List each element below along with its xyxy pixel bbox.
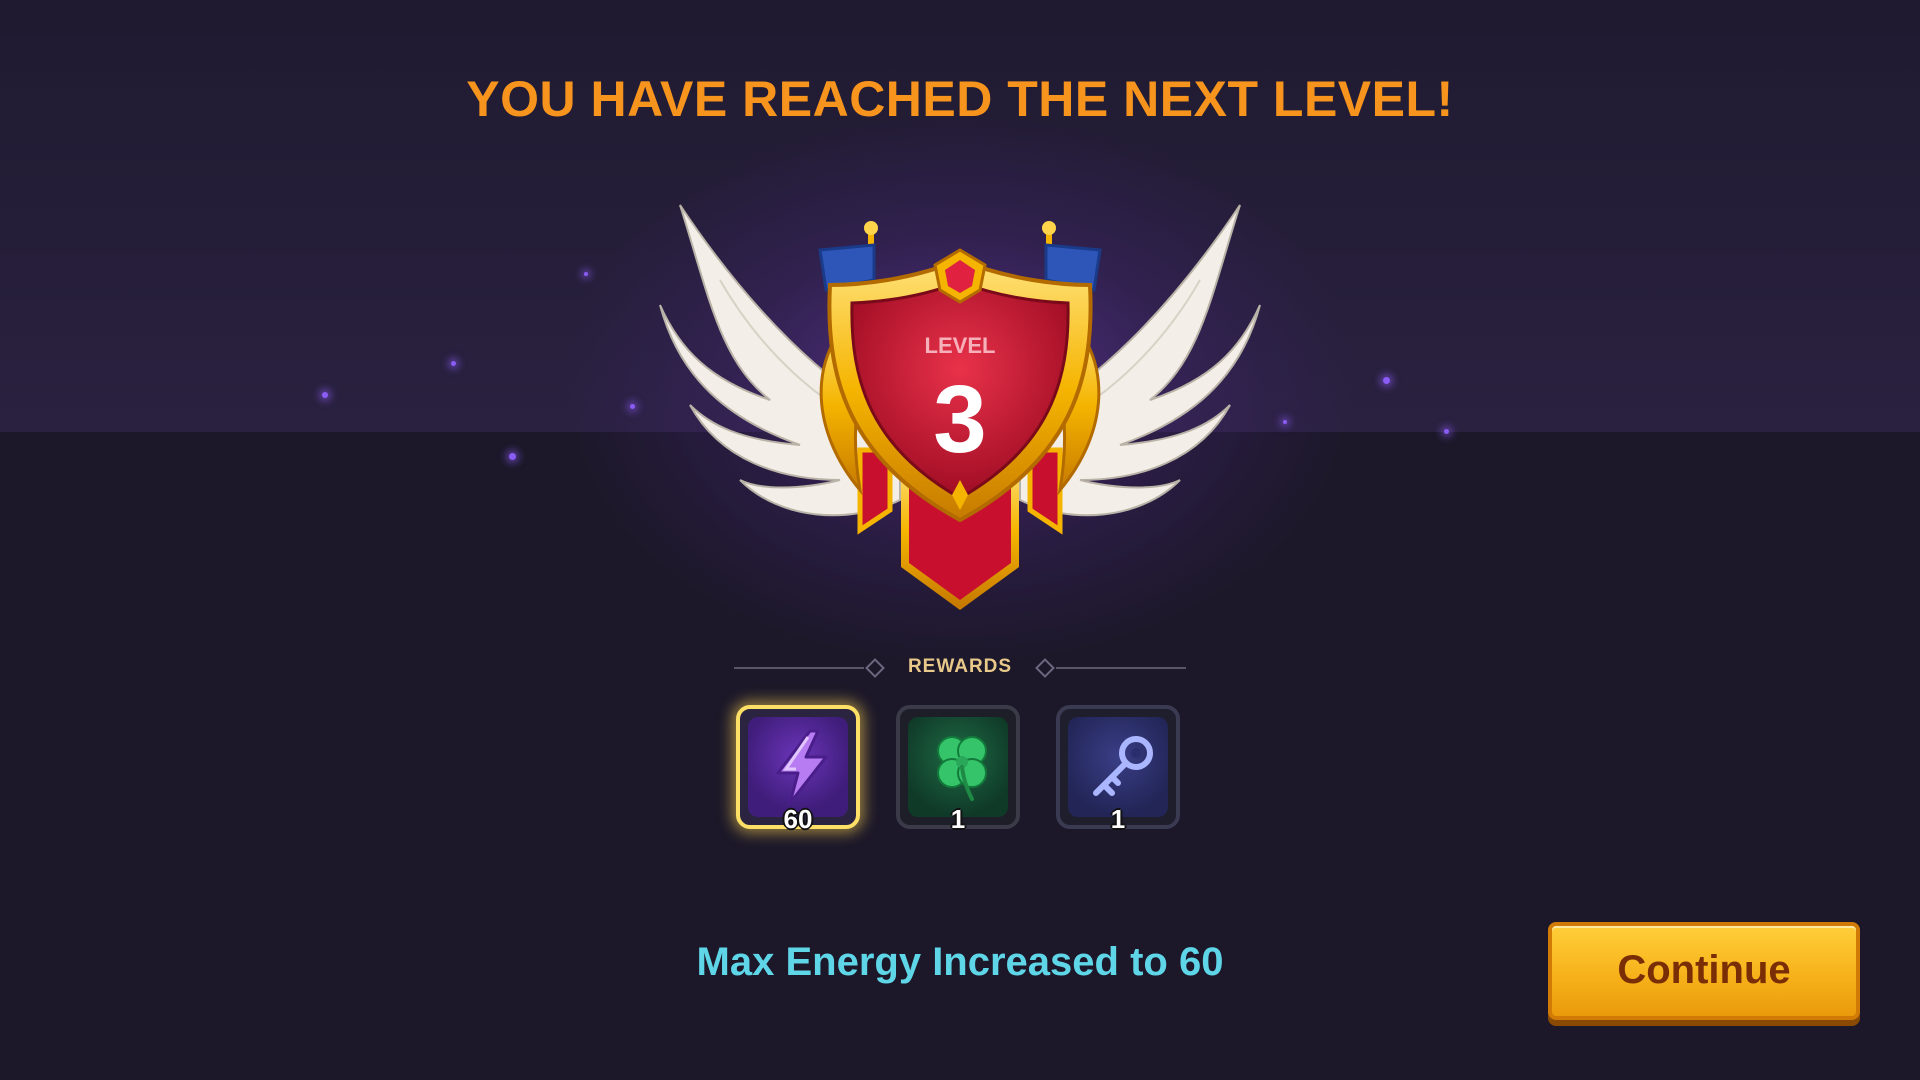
sparkle [584,272,588,276]
rewards-header: REWARDS [730,652,1190,684]
sparkle [1283,420,1287,424]
reward-key[interactable]: 1 [1056,705,1180,834]
continue-button[interactable]: Continue [1548,922,1860,1020]
sparkle [1444,429,1449,434]
reward-clover[interactable]: 1 [896,705,1020,834]
level-number: 3 [933,366,986,473]
sparkle [509,453,516,460]
key-icon [1093,736,1153,796]
level-up-title: YOU HAVE REACHED THE NEXT LEVEL! [466,71,1454,127]
four-leaf-clover-icon [937,736,987,801]
reward-energy[interactable]: 60 [736,705,860,834]
sparkle [322,392,328,398]
divider-line [1056,667,1186,669]
sparkle [630,404,635,409]
reward-quantity: 1 [950,804,966,834]
lightning-icon [776,729,828,805]
sparkle [1383,377,1390,384]
reward-quantity: 1 [1110,804,1126,834]
level-label: LEVEL [925,333,996,358]
reward-quantity: 60 [783,804,813,834]
sparkle [451,361,456,366]
level-badge: LEVEL 3 [659,204,1261,610]
